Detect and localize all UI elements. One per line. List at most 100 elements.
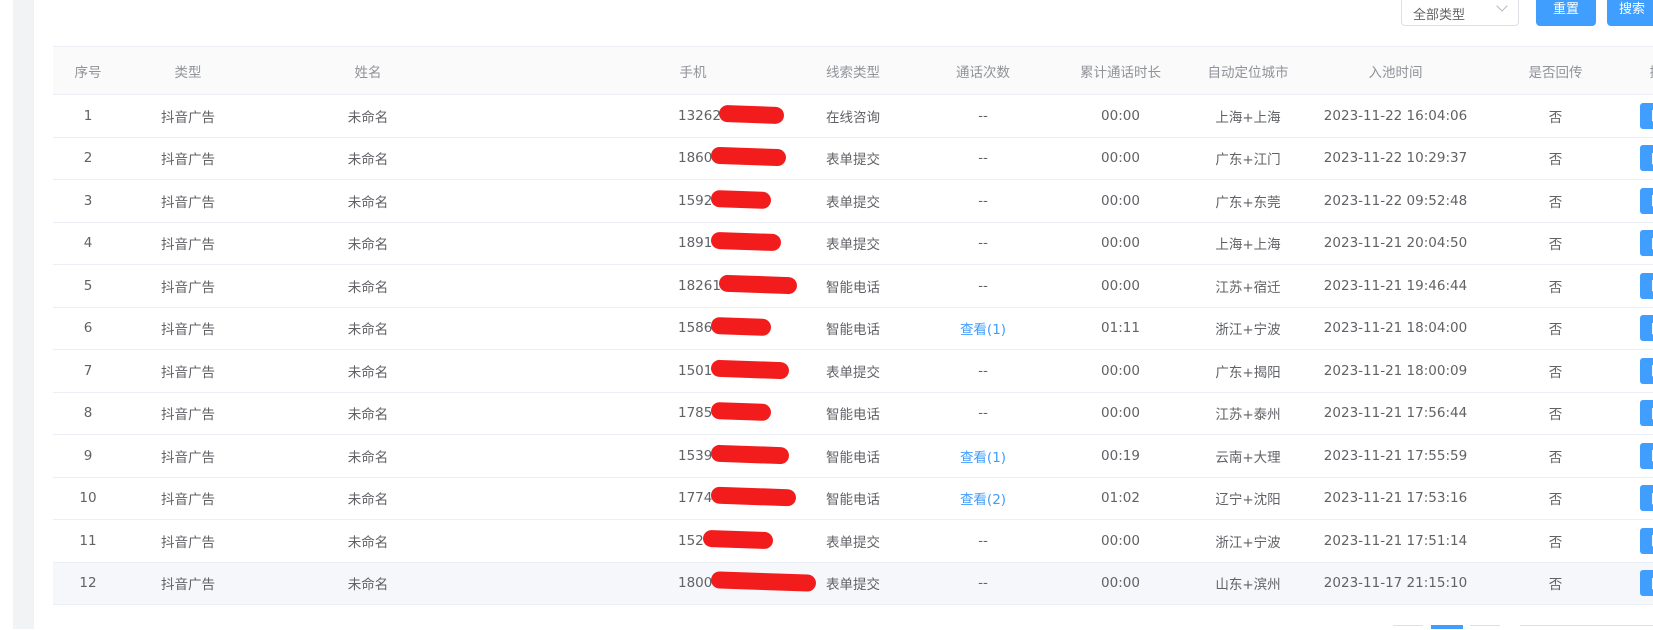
cell-returned: 否 [1478, 95, 1633, 137]
pagination [0, 625, 1653, 629]
phone-number: 132627 [678, 108, 730, 124]
return-button[interactable]: 回传 [1640, 315, 1653, 341]
cell-time: 2023-11-17 21:15:10 [1313, 563, 1478, 605]
table-row: 8抖音广告未命名17851智能电话--00:00江苏+泰州2023-11-21 … [53, 393, 1653, 436]
cell-type: 抖音广告 [123, 308, 253, 350]
cell-lead-type: 表单提交 [798, 138, 908, 180]
cell-city: 浙江+宁波 [1183, 308, 1313, 350]
search-button[interactable]: 搜索 [1607, 0, 1653, 26]
cell-type: 抖音广告 [123, 520, 253, 562]
cell-name: 未命名 [253, 520, 483, 562]
redaction-mark [711, 190, 772, 209]
return-button[interactable]: 回传 [1640, 485, 1653, 511]
cell-city: 上海+上海 [1183, 223, 1313, 265]
type-select[interactable]: 全部类型 [1401, 0, 1519, 26]
pager-next[interactable] [1470, 625, 1500, 630]
left-rail-edge [0, 0, 13, 629]
cell-calls: -- [908, 563, 1058, 605]
redaction-mark [711, 232, 782, 251]
pager-current-page[interactable] [1431, 625, 1463, 629]
cell-returned: 否 [1478, 308, 1633, 350]
cell-returned: 否 [1478, 138, 1633, 180]
table-row: 11抖音广告未命名1528表单提交--00:00浙江+宁波2023-11-21 … [53, 520, 1653, 563]
return-button[interactable]: 回传 [1640, 103, 1653, 129]
cell-duration: 01:02 [1058, 478, 1183, 520]
view-calls-link[interactable]: 查看(2) [908, 478, 1058, 520]
table-row: 7抖音广告未命名15018表单提交--00:00广东+揭阳2023-11-21 … [53, 350, 1653, 393]
cell-lead-type: 表单提交 [798, 223, 908, 265]
return-button[interactable]: 回传 [1640, 273, 1653, 299]
table-row: 1抖音广告未命名132627在线咨询--00:00上海+上海2023-11-22… [53, 95, 1653, 138]
cell-type: 抖音广告 [123, 393, 253, 435]
cell-phone: 15920 [578, 180, 808, 222]
return-button[interactable]: 回传 [1640, 400, 1653, 426]
cell-type: 抖音广告 [123, 563, 253, 605]
cell-no: 1 [53, 95, 123, 137]
cell-city: 山东+滨州 [1183, 563, 1313, 605]
cell-action: 回传 [1633, 308, 1653, 350]
view-calls-link[interactable]: 查看(1) [908, 435, 1058, 477]
leads-table: 序号 类型 姓名 手机 线索类型 通话次数 累计通话时长 自动定位城市 入池时间… [53, 46, 1653, 605]
cell-duration: 00:00 [1058, 223, 1183, 265]
col-header-no: 序号 [53, 47, 123, 94]
cell-duration: 00:00 [1058, 138, 1183, 180]
cell-time: 2023-11-21 17:56:44 [1313, 393, 1478, 435]
table-row: 9抖音广告未命名15391智能电话查看(1)00:19云南+大理2023-11-… [53, 435, 1653, 478]
reset-button[interactable]: 重置 [1536, 0, 1596, 26]
return-button[interactable]: 回传 [1640, 358, 1653, 384]
cell-returned: 否 [1478, 435, 1633, 477]
cell-name: 未命名 [253, 563, 483, 605]
cell-no: 8 [53, 393, 123, 435]
return-button[interactable]: 回传 [1640, 188, 1653, 214]
return-button[interactable]: 回传 [1640, 570, 1653, 596]
cell-no: 9 [53, 435, 123, 477]
cell-phone: 17740 [578, 478, 808, 520]
cell-lead-type: 智能电话 [798, 308, 908, 350]
view-calls-link[interactable]: 查看(1) [908, 308, 1058, 350]
cell-lead-type: 智能电话 [798, 478, 908, 520]
phone-number: 17851 [678, 405, 721, 421]
cell-city: 江苏+宿迁 [1183, 265, 1313, 307]
cell-time: 2023-11-21 17:55:59 [1313, 435, 1478, 477]
chevron-down-icon [1496, 0, 1507, 11]
redaction-mark [711, 487, 797, 507]
cell-returned: 否 [1478, 265, 1633, 307]
cell-returned: 否 [1478, 350, 1633, 392]
table-row: 12抖音广告未命名18006表单提交--00:00山东+滨州2023-11-17… [53, 563, 1653, 606]
phone-number: 15391 [678, 448, 721, 464]
cell-time: 2023-11-21 18:04:00 [1313, 308, 1478, 350]
cell-type: 抖音广告 [123, 138, 253, 180]
cell-lead-type: 表单提交 [798, 350, 908, 392]
cell-name: 未命名 [253, 478, 483, 520]
cell-time: 2023-11-22 10:29:37 [1313, 138, 1478, 180]
cell-no: 2 [53, 138, 123, 180]
redaction-mark [711, 317, 772, 336]
table-row: 3抖音广告未命名15920表单提交--00:00广东+东莞2023-11-22 … [53, 180, 1653, 223]
cell-lead-type: 表单提交 [798, 563, 908, 605]
cell-action: 回传 [1633, 563, 1653, 605]
return-button[interactable]: 回传 [1640, 528, 1653, 554]
cell-city: 上海+上海 [1183, 95, 1313, 137]
cell-action: 回传 [1633, 180, 1653, 222]
redaction-mark [711, 359, 790, 379]
phone-number: 15920 [678, 193, 721, 209]
cell-action: 回传 [1633, 478, 1653, 520]
return-button[interactable]: 回传 [1640, 230, 1653, 256]
cell-phone: 18918 [578, 223, 808, 265]
cell-calls: -- [908, 393, 1058, 435]
return-button[interactable]: 回传 [1640, 443, 1653, 469]
cell-phone: 182610 [578, 265, 808, 307]
redaction-mark [719, 105, 785, 124]
return-button[interactable]: 回传 [1640, 145, 1653, 171]
cell-time: 2023-11-21 20:04:50 [1313, 223, 1478, 265]
cell-time: 2023-11-21 17:53:16 [1313, 478, 1478, 520]
cell-city: 江苏+泰州 [1183, 393, 1313, 435]
cell-action: 回传 [1633, 520, 1653, 562]
cell-returned: 否 [1478, 563, 1633, 605]
cell-name: 未命名 [253, 138, 483, 180]
pager-prev[interactable] [1393, 625, 1423, 630]
cell-name: 未命名 [253, 435, 483, 477]
cell-returned: 否 [1478, 520, 1633, 562]
pager-jump[interactable] [1520, 625, 1653, 630]
cell-duration: 00:00 [1058, 180, 1183, 222]
